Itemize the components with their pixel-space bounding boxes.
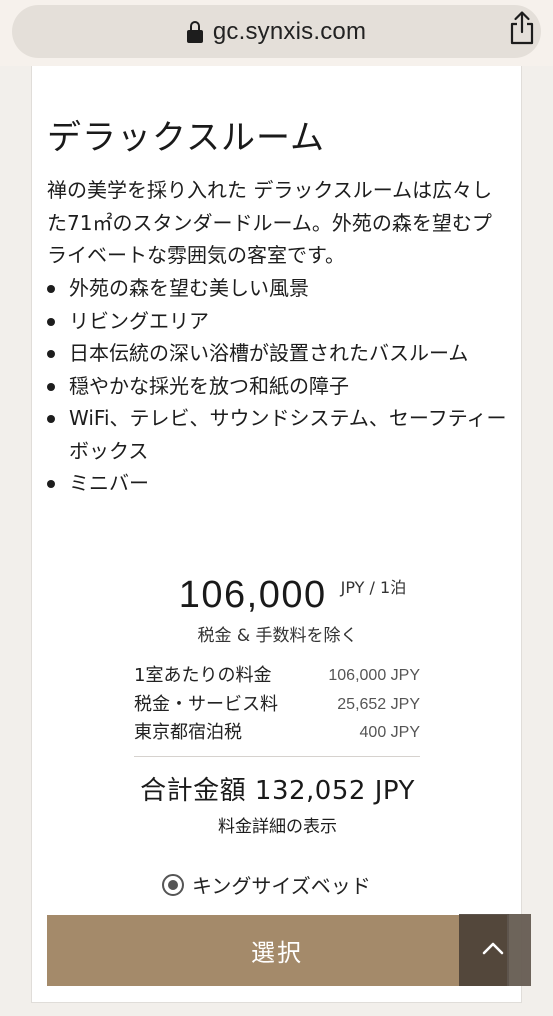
breakdown-value: 25,652 JPY (337, 695, 420, 713)
feature-item: 日本伝統の深い浴槽が設置されたバスルーム (47, 337, 507, 370)
feature-item: 穏やかな採光を放つ和紙の障子 (47, 370, 507, 403)
price-details-link[interactable]: 料金詳細の表示 (32, 812, 523, 837)
select-button[interactable]: 選択 (47, 915, 507, 986)
breakdown-row: 1室あたりの料金 106,000 JPY (134, 662, 420, 691)
browser-toolbar: gc.synxis.com (0, 0, 553, 66)
share-icon[interactable] (507, 10, 537, 46)
price-note: 税金 & 手数料を除く (197, 626, 358, 646)
divider (134, 756, 420, 757)
bed-option-king[interactable]: キングサイズベッド (162, 870, 371, 899)
chevron-up-icon (482, 942, 504, 955)
price-unit: JPY / 1泊 (340, 578, 407, 597)
total-value: 132,052 JPY (254, 776, 415, 806)
feature-list: 外苑の森を望む美しい風景 リビングエリア 日本伝統の深い浴槽が設置されたバスルー… (47, 272, 507, 500)
total-price: 合計金額 132,052 JPY (32, 770, 523, 807)
breakdown-row: 税金・サービス料 25,652 JPY (134, 691, 420, 720)
radio-selected-icon[interactable] (162, 873, 184, 896)
address-bar[interactable]: gc.synxis.com (12, 5, 541, 58)
room-card: デラックスルーム 禅の美学を採り入れた デラックスルームは広々した71㎡のスタン… (31, 66, 522, 1003)
feature-item: WiFi、テレビ、サウンドシステム、セーフティーボックス (47, 402, 507, 467)
url-display: gc.synxis.com (186, 17, 367, 46)
total-label: 合計金額 (140, 776, 247, 806)
breakdown-row: 東京都宿泊税 400 JPY (134, 719, 420, 748)
feature-item: 外苑の森を望む美しい風景 (47, 272, 507, 305)
breakdown-value: 106,000 JPY (328, 667, 420, 684)
url-text: gc.synxis.com (212, 17, 367, 45)
room-title: デラックスルーム (47, 118, 325, 158)
feature-item: リビングエリア (47, 305, 507, 338)
breakdown-label: 東京都宿泊税 (134, 722, 242, 743)
price-breakdown: 1室あたりの料金 106,000 JPY 税金・サービス料 25,652 JPY… (134, 662, 420, 748)
scrollbar-thumb[interactable] (509, 914, 531, 986)
breakdown-label: 1室あたりの料金 (134, 665, 272, 686)
feature-item: ミニバー (47, 467, 507, 500)
bed-option-label: キングサイズベッド (192, 874, 371, 898)
breakdown-value: 400 JPY (359, 724, 420, 741)
nightly-price: 106,000 JPY / 1泊 税金 & 手数料を除く (32, 574, 523, 646)
breakdown-label: 税金・サービス料 (134, 693, 278, 715)
price-amount: 106,000 (178, 574, 327, 616)
lock-icon (186, 20, 203, 43)
room-description: 禅の美学を採り入れた デラックスルームは広々した71㎡のスタンダードルーム。外苑… (47, 178, 493, 267)
